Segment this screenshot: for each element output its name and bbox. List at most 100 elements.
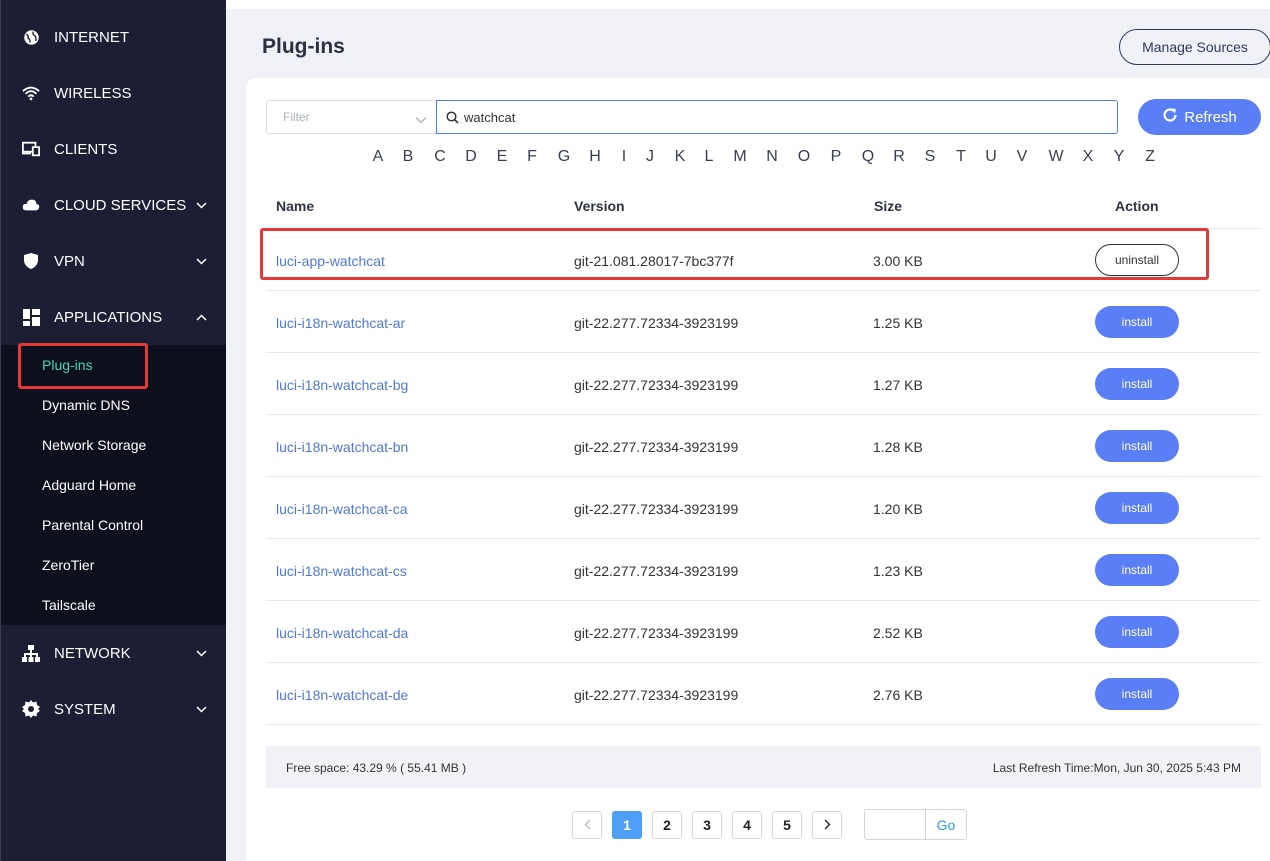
next-page-button[interactable]: [812, 811, 842, 839]
sidebar-item-internet[interactable]: INTERNET: [1, 9, 227, 65]
plugin-name-link[interactable]: luci-i18n-watchcat-bn: [276, 439, 408, 455]
install-button[interactable]: install: [1095, 430, 1179, 462]
alpha-letter[interactable]: O: [794, 148, 814, 166]
table-row: luci-i18n-watchcat-da git-22.277.72334-3…: [266, 601, 1261, 663]
plugin-size: 1.23 KB: [873, 563, 923, 579]
sidebar-subitem-network-storage[interactable]: Network Storage: [1, 425, 227, 465]
alpha-letter[interactable]: T: [951, 148, 971, 166]
page-button-5[interactable]: 5: [772, 811, 802, 839]
install-button[interactable]: install: [1095, 678, 1179, 710]
sidebar-item-applications[interactable]: APPLICATIONS: [1, 289, 227, 345]
alpha-letter[interactable]: M: [730, 148, 750, 166]
alpha-letter[interactable]: Y: [1109, 148, 1129, 166]
last-refresh-text: Last Refresh Time:Mon, Jun 30, 2025 5:43…: [992, 761, 1241, 775]
alpha-letter[interactable]: P: [826, 148, 846, 166]
sidebar-item-label: APPLICATIONS: [54, 308, 163, 326]
alpha-letter[interactable]: R: [889, 148, 909, 166]
sidebar-item-cloud-services[interactable]: CLOUD SERVICES: [1, 177, 227, 233]
alpha-letter[interactable]: A: [368, 148, 388, 166]
plugin-name-link[interactable]: luci-i18n-watchcat-cs: [276, 563, 407, 579]
sidebar-item-label: INTERNET: [54, 28, 129, 46]
devices-icon: [21, 139, 41, 159]
plugin-name-link[interactable]: luci-app-watchcat: [276, 253, 385, 269]
sidebar-item-label: WIRELESS: [54, 84, 132, 102]
plugin-name-link[interactable]: luci-i18n-watchcat-ar: [276, 315, 405, 331]
page-button-2[interactable]: 2: [652, 811, 682, 839]
alpha-letter[interactable]: I: [614, 148, 634, 166]
refresh-button[interactable]: Refresh: [1138, 99, 1261, 135]
install-button[interactable]: install: [1095, 616, 1179, 648]
sidebar-item-system[interactable]: SYSTEM: [1, 681, 227, 737]
filter-select[interactable]: Filter: [266, 100, 437, 134]
manage-sources-button[interactable]: Manage Sources: [1119, 29, 1270, 65]
sidebar-subitem-adguard-home[interactable]: Adguard Home: [1, 465, 227, 505]
alpha-letter[interactable]: L: [699, 148, 719, 166]
alpha-letter[interactable]: E: [492, 148, 512, 166]
install-button[interactable]: install: [1095, 554, 1179, 586]
wifi-icon: [21, 83, 41, 103]
grid-icon: [21, 307, 41, 327]
alpha-letter[interactable]: H: [585, 148, 605, 166]
table-row: luci-i18n-watchcat-de git-22.277.72334-3…: [266, 663, 1261, 725]
sidebar-item-label: NETWORK: [54, 644, 131, 662]
shield-icon: [21, 251, 41, 271]
alpha-letter[interactable]: B: [398, 148, 418, 166]
install-button[interactable]: install: [1095, 492, 1179, 524]
plugin-name-link[interactable]: luci-i18n-watchcat-ca: [276, 501, 408, 517]
alpha-letter[interactable]: V: [1012, 148, 1032, 166]
sidebar-subitem-tailscale[interactable]: Tailscale: [1, 585, 227, 625]
plugin-version: git-22.277.72334-3923199: [574, 377, 739, 393]
filter-placeholder: Filter: [283, 110, 310, 124]
alpha-letter[interactable]: D: [461, 148, 481, 166]
alpha-letter[interactable]: K: [670, 148, 690, 166]
sidebar-subitem-parental-control[interactable]: Parental Control: [1, 505, 227, 545]
plugin-version: git-22.277.72334-3923199: [574, 315, 739, 331]
alpha-letter[interactable]: Q: [858, 148, 878, 166]
table-row: luci-i18n-watchcat-ca git-22.277.72334-3…: [266, 477, 1261, 539]
plugin-version: git-22.277.72334-3923199: [574, 625, 739, 641]
sidebar-item-network[interactable]: NETWORK: [1, 625, 227, 681]
chevron-down-icon: [194, 198, 208, 212]
goto-page-button[interactable]: Go: [925, 809, 967, 840]
page-button-4[interactable]: 4: [732, 811, 762, 839]
search-icon: [446, 111, 459, 129]
page-button-1[interactable]: 1: [612, 811, 642, 839]
col-header-name: Name: [276, 198, 315, 214]
alpha-letter[interactable]: W: [1046, 148, 1066, 166]
sidebar-subitem-zerotier[interactable]: ZeroTier: [1, 545, 227, 585]
plugin-version: git-22.277.72334-3923199: [574, 563, 739, 579]
alpha-letter[interactable]: X: [1078, 148, 1098, 166]
page-button-3[interactable]: 3: [692, 811, 722, 839]
alpha-letter[interactable]: C: [430, 148, 450, 166]
chevron-down-icon: [194, 254, 208, 268]
alpha-letter[interactable]: F: [522, 148, 542, 166]
alpha-letter[interactable]: J: [640, 148, 660, 166]
sidebar-item-wireless[interactable]: WIRELESS: [1, 65, 227, 121]
search-input[interactable]: [464, 107, 1064, 127]
alpha-letter[interactable]: G: [554, 148, 574, 166]
sidebar-item-clients[interactable]: CLIENTS: [1, 121, 227, 177]
chevron-down-icon: [194, 646, 208, 660]
plugin-name-link[interactable]: luci-i18n-watchcat-de: [276, 687, 408, 703]
prev-page-button[interactable]: [572, 811, 602, 839]
search-box: [436, 100, 1118, 134]
sidebar-subitem-dynamic-dns[interactable]: Dynamic DNS: [1, 385, 227, 425]
uninstall-button[interactable]: uninstall: [1095, 244, 1179, 276]
sidebar-subitem-plug-ins[interactable]: Plug-ins: [1, 345, 227, 385]
sidebar-item-label: VPN: [54, 252, 85, 270]
main-content: Plug-ins Manage Sources Filter Refresh A…: [226, 9, 1270, 861]
alpha-letter[interactable]: Z: [1140, 148, 1160, 166]
goto-page-input[interactable]: [864, 809, 926, 840]
alpha-letter[interactable]: N: [762, 148, 782, 166]
status-bar: Free space: 43.29 % ( 55.41 MB ) Last Re…: [266, 746, 1261, 788]
cloud-icon: [21, 195, 41, 215]
globe-icon: [21, 27, 41, 47]
sidebar-item-vpn[interactable]: VPN: [1, 233, 227, 289]
install-button[interactable]: install: [1095, 368, 1179, 400]
alpha-letter[interactable]: S: [920, 148, 940, 166]
plugin-name-link[interactable]: luci-i18n-watchcat-bg: [276, 377, 408, 393]
alpha-letter[interactable]: U: [981, 148, 1001, 166]
install-button[interactable]: install: [1095, 306, 1179, 338]
applications-submenu: Plug-ins Dynamic DNS Network Storage Adg…: [1, 345, 227, 625]
plugin-name-link[interactable]: luci-i18n-watchcat-da: [276, 625, 408, 641]
